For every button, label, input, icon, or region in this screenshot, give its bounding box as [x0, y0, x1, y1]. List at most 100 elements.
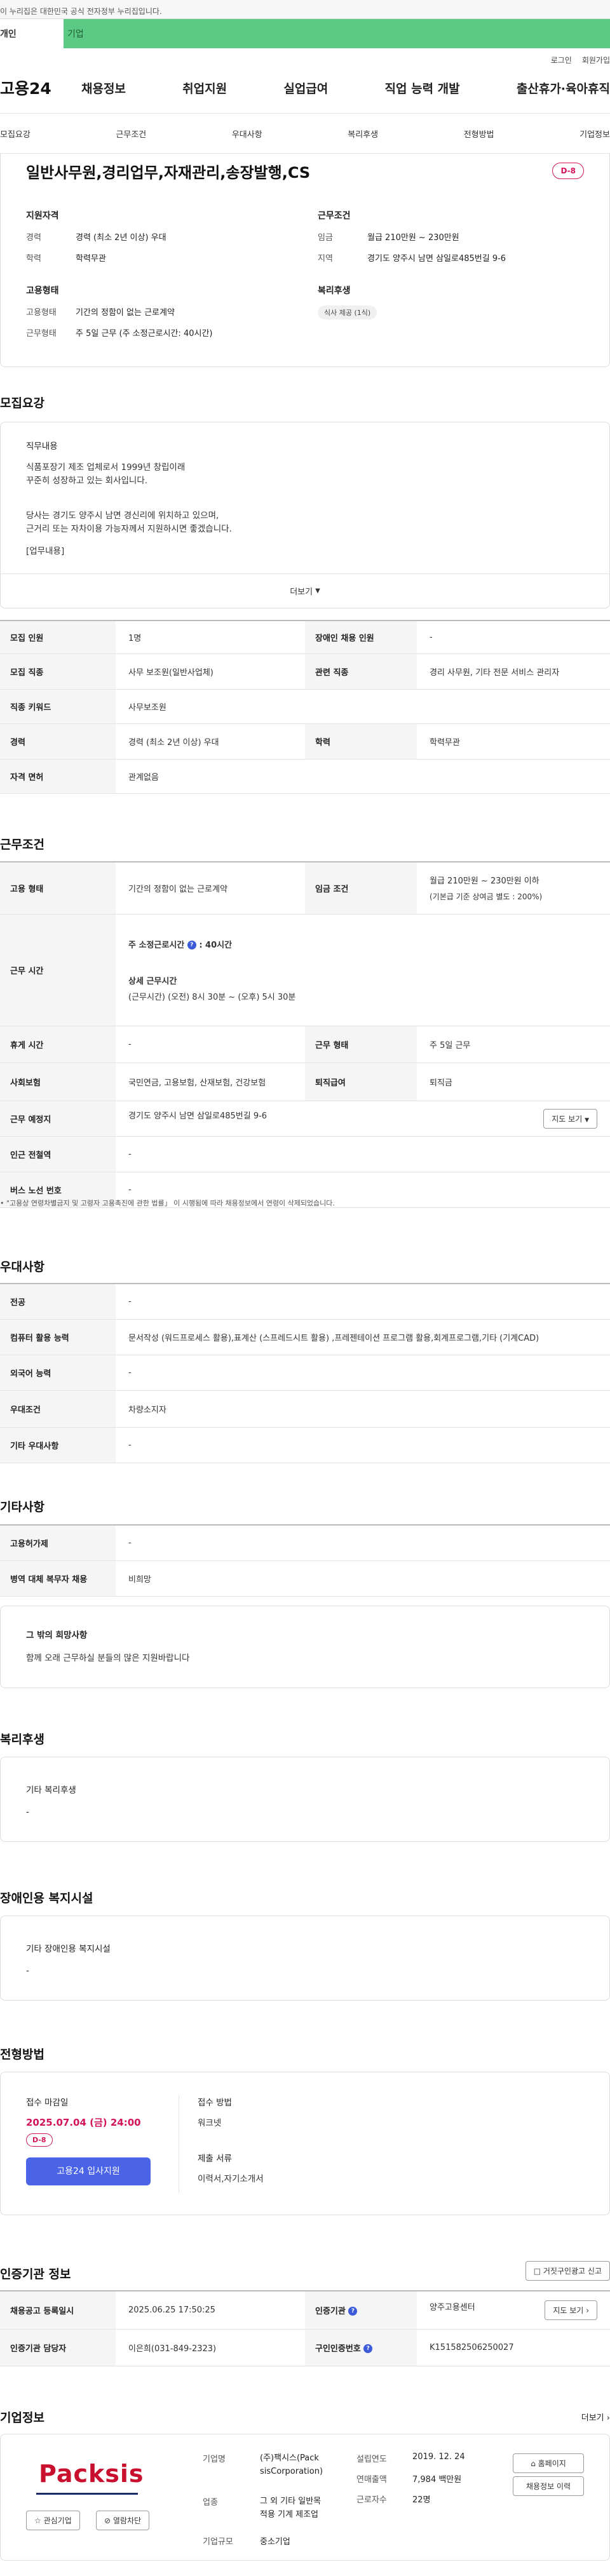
work-type-value: 주 5일 근무 (주 소정근로시간: 40시간)	[76, 329, 213, 339]
map-button-label: 지도 보기	[553, 2305, 584, 2315]
work-conditions-table: 고용 형태 기간의 정함이 없는 근로계약 임금 조건 월급 210만원 ~ 2…	[0, 861, 610, 1208]
job-history-button[interactable]: 채용정보 이력	[513, 2476, 584, 2496]
job-title: 일반사무원,경리업무,자재관리,송장발행,CS	[26, 164, 311, 182]
tab-work-conditions[interactable]: 근무조건	[116, 128, 146, 140]
tab-personal[interactable]: 개인	[0, 19, 64, 48]
work-hours-cell: 주 소정근로시간 ? : 40시간 상세 근무시간 (근무시간) (오전) 8시…	[116, 914, 610, 1026]
age-law-note-text: "고용상 연령차별금지 및 고령자 고용촉진에 관한 법률」 이 시행됨에 따라…	[6, 1199, 335, 1207]
age-law-note: • "고용상 연령차별금지 및 고령자 고용촉진에 관한 법률」 이 시행됨에 …	[0, 1198, 335, 1208]
table-header-cell: 사회보험	[0, 1063, 116, 1101]
signup-link[interactable]: 회원가입	[582, 55, 610, 65]
apply-button[interactable]: 고용24 입사지원	[26, 2157, 151, 2185]
job-summary-card: 일반사무원,경리업무,자재관리,송장발행,CS D-8 지원자격 경력 경력 (최…	[0, 154, 610, 367]
map-button[interactable]: 지도 보기 ›	[545, 2300, 597, 2320]
gnb-unemployment-benefit[interactable]: 실업급여	[283, 79, 328, 97]
industry-line: 적용 기계 제조업	[260, 2509, 318, 2519]
block-button-label: 열람차단	[112, 2516, 142, 2525]
table-cell: 경리 사무원, 기타 전문 서비스 관리자	[417, 654, 610, 690]
education-label: 학력	[26, 254, 41, 264]
table-header-cell: 채용공고 등록일시	[0, 2291, 116, 2330]
block-view-button[interactable]: ⊘ 열람차단	[96, 2511, 150, 2530]
table-cell: K151582506250027	[417, 2329, 610, 2366]
established-value: 2019. 12. 24	[412, 2452, 465, 2462]
welfare-section-title: 복리후생	[0, 1733, 44, 1747]
table-row: 채용공고 등록일시 2025.06.25 17:50:25 인증기관 ? 양주고용…	[0, 2291, 610, 2330]
table-row: 전공 -	[0, 1284, 610, 1320]
table-cell: -	[116, 1355, 610, 1391]
audience-tabs: 개인 기업	[0, 19, 610, 48]
info-icon[interactable]: ?	[363, 2344, 373, 2353]
chevron-down-icon: ▼	[585, 1117, 589, 1124]
table-header-cell: 장애인 채용 인원	[305, 621, 417, 654]
disabled-value: -	[26, 1966, 29, 1976]
company-size-label: 기업규모	[203, 2537, 233, 2547]
career-label: 경력	[26, 233, 41, 243]
global-nav: 고용24 채용정보 취업지원 실업급여 직업 능력 개발 출산휴가·육아휴직	[0, 71, 610, 104]
tab-company[interactable]: 기업정보	[580, 128, 610, 140]
login-link[interactable]: 로그인	[551, 55, 572, 65]
selection-section-title: 전형방법	[0, 2048, 44, 2062]
info-icon[interactable]: ?	[187, 941, 196, 949]
utility-links: 로그인 회원가입	[0, 48, 610, 71]
bullet-icon: •	[0, 1199, 4, 1207]
chevron-down-icon: ▼	[315, 587, 320, 594]
company-section-title: 기업정보	[0, 2411, 44, 2425]
company-more-link[interactable]: 더보기 ›	[581, 2411, 610, 2423]
welfare-summary-block: 복리후생 식사 제공 (1식)	[318, 284, 584, 347]
job-description-line: 꾸준히 성장하고 있는 회사입니다.	[26, 475, 148, 486]
region-label: 지역	[318, 254, 333, 264]
tab-company[interactable]: 기업	[64, 19, 610, 48]
table-cell: -	[116, 1026, 305, 1063]
table-cell: 관계없음	[116, 759, 610, 794]
qualification-block: 지원자격 경력 경력 (최소 2년 이상) 우대 학력 학력무관	[26, 209, 292, 272]
gnb-jobs[interactable]: 채용정보	[81, 79, 126, 97]
tab-welfare[interactable]: 복리후생	[348, 128, 378, 140]
gnb-vocational-training[interactable]: 직업 능력 개발	[385, 79, 460, 97]
report-false-ad-button[interactable]: □ 거짓구인광고 신고	[525, 2261, 610, 2281]
deadline-label: 접수 마감일	[26, 2098, 69, 2108]
map-button[interactable]: 지도 보기 ▼	[543, 1108, 597, 1129]
site-logo[interactable]: 고용24	[0, 76, 81, 99]
table-header-cell: 학력	[305, 723, 417, 760]
table-row: 자격 면허 관계없음	[0, 759, 610, 794]
table-header-cell: 고용 형태	[0, 862, 116, 915]
tab-recruit[interactable]: 모집요강	[0, 128, 30, 140]
work-type-label: 근무형태	[26, 329, 57, 339]
gnb-employment-support[interactable]: 취업지원	[182, 79, 227, 97]
more-button-label: 더보기	[290, 587, 313, 597]
more-button[interactable]: 더보기 ▼	[1, 574, 609, 608]
table-cell: -	[116, 1284, 610, 1320]
detail-hours-value: (근무시간) (오전) 8시 30분 ~ (오후) 5시 30분	[128, 992, 296, 1002]
table-cell: 경력 (최소 2년 이상) 우대	[116, 723, 305, 760]
job-history-button-label: 채용정보 이력	[525, 2482, 571, 2491]
preferences-table: 전공 - 컴퓨터 활용 능력 문서작성 (워드프로세스 활용),표계산 (스프레드시…	[0, 1283, 610, 1463]
tab-selection[interactable]: 전형방법	[464, 128, 494, 140]
conditions-heading: 근무조건	[318, 211, 351, 221]
table-header-cell: 근무 형태	[305, 1026, 417, 1063]
gnb-parental-leave[interactable]: 출산휴가·육아휴직	[517, 79, 610, 97]
welfare-value: -	[26, 1807, 29, 1817]
star-icon: ☆	[34, 2516, 41, 2525]
industry-value: 그 외 기타 일반목 적용 기계 제조업	[260, 2495, 321, 2522]
table-cell: 비희망	[116, 1560, 610, 1597]
job-description-label: 직무내용	[26, 441, 58, 452]
interest-button-label: 관심기업	[43, 2516, 72, 2525]
table-header-cell: 근무 예정지	[0, 1101, 116, 1137]
established-label: 설립연도	[356, 2455, 387, 2464]
cert-table: 채용공고 등록일시 2025.06.25 17:50:25 인증기관 ? 양주고용…	[0, 2290, 610, 2366]
tab-preferences[interactable]: 우대사항	[232, 128, 262, 140]
homepage-button[interactable]: ⌂ 홈페이지	[513, 2453, 584, 2473]
interest-company-button[interactable]: ☆ 관심기업	[26, 2511, 80, 2530]
employment-type-heading: 고용형태	[26, 286, 59, 296]
company-name-value: (주)팩시스(Pack sisCorporation)	[260, 2452, 323, 2479]
qualification-heading: 지원자격	[26, 211, 59, 221]
info-icon[interactable]: ?	[348, 2307, 358, 2316]
table-header-cell: 인근 전철역	[0, 1136, 116, 1172]
gov-notice-text: 이 누리집은 대한민국 공식 전자정부 누리집입니다.	[0, 7, 162, 16]
table-row: 근무 예정지 경기도 양주시 남면 삼일로485번길 9-6 지도 보기 ▼	[0, 1101, 610, 1137]
table-header-cell: 인증기관 담당자	[0, 2329, 116, 2366]
table-header-cell: 전공	[0, 1284, 116, 1320]
table-cell: -	[417, 621, 610, 654]
table-row: 사회보험 국민연금, 고용보험, 산재보험, 건강보험 퇴직급여 퇴직금	[0, 1063, 610, 1101]
table-cell: 기간의 정함이 없는 근로계약	[116, 862, 305, 915]
